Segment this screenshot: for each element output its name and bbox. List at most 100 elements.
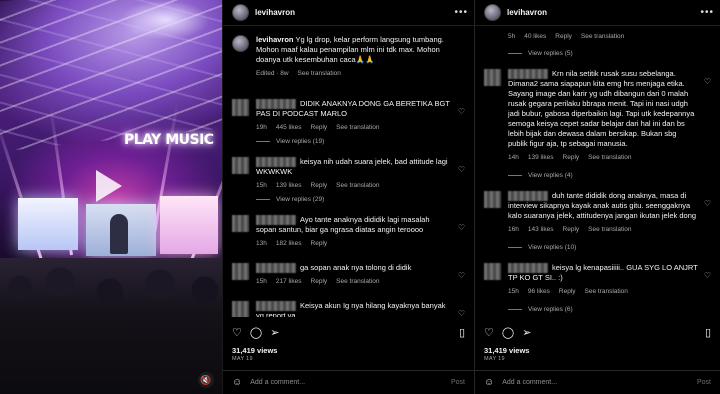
caption-username[interactable]: levihavron (256, 35, 294, 44)
add-comment-bar: ☺ Add a comment... Post (223, 370, 474, 394)
comment-time: 19h (256, 124, 267, 132)
comment-item: Ayo tante anaknya dididik lagi masalah s… (223, 215, 474, 249)
comment-item: ga sopan anak nya tolong di didik 15h 21… (223, 263, 474, 287)
comment-time: 15h (508, 288, 519, 296)
like-heart-icon[interactable]: ♡ (704, 199, 711, 208)
blurred-avatar (232, 99, 249, 116)
caption-edited: Edited · 8w (256, 70, 289, 77)
comment-icon[interactable]: ◯ (502, 326, 514, 339)
view-count[interactable]: 31,419 views (232, 346, 277, 355)
post-button[interactable]: Post (697, 379, 711, 386)
post-button[interactable]: Post (451, 379, 465, 386)
avatar[interactable] (484, 4, 501, 21)
like-heart-icon[interactable]: ♡ (458, 309, 465, 317)
mute-icon[interactable]: 🔇 (198, 372, 214, 388)
comment-likes[interactable]: 40 likes (524, 33, 546, 40)
view-replies-link[interactable]: View replies (6) (508, 306, 720, 313)
like-heart-icon[interactable]: ♡ (458, 107, 465, 116)
comment-item: keisya nih udah suara jelek, bad attitud… (223, 157, 474, 191)
comment-item: Krn nila setitik rusak susu sebelanga. D… (475, 69, 720, 163)
like-heart-icon[interactable]: ♡ (704, 271, 711, 280)
post-header: levihavron ••• (223, 0, 474, 26)
stage-screen-right (160, 196, 218, 254)
like-icon[interactable]: ♡ (232, 326, 242, 339)
comments-list[interactable]: 5h 40 likes Reply See translation View r… (475, 27, 720, 317)
comment-likes[interactable]: 139 likes (528, 153, 554, 163)
reply-link[interactable]: Reply (311, 181, 328, 191)
add-comment-input[interactable]: Add a comment... (250, 379, 451, 386)
blurred-username (256, 301, 296, 312)
avatar[interactable] (232, 4, 249, 21)
bookmark-icon[interactable]: ▯ (705, 326, 711, 339)
reply-link[interactable]: Reply (311, 277, 328, 287)
reply-link[interactable]: Reply (563, 225, 580, 235)
reply-link[interactable]: Reply (555, 33, 572, 40)
see-translation-link[interactable]: See translation (336, 123, 379, 133)
comment-likes[interactable]: 143 likes (528, 225, 554, 235)
blurred-avatar (484, 263, 501, 281)
performer-figure (110, 214, 128, 254)
comment-likes[interactable]: 445 likes (276, 123, 302, 133)
post-date: MAY 19 (484, 356, 505, 362)
play-icon[interactable] (96, 170, 122, 202)
view-replies-link[interactable]: View replies (29) (256, 196, 474, 203)
like-heart-icon[interactable]: ♡ (458, 271, 465, 280)
comment-likes[interactable]: 139 likes (276, 181, 302, 191)
more-options-icon[interactable]: ••• (700, 7, 714, 18)
see-translation-link[interactable]: See translation (588, 153, 631, 163)
comments-panel-left: levihavron ••• levihavron Yg lg drop, ke… (222, 0, 474, 394)
reply-link[interactable]: Reply (311, 239, 328, 249)
see-translation-link[interactable]: See translation (581, 33, 624, 40)
reply-link[interactable]: Reply (559, 287, 576, 297)
bookmark-icon[interactable]: ▯ (459, 326, 465, 339)
comment-likes[interactable]: 96 likes (528, 287, 550, 297)
comment-item: Keisya akun Ig nya hilang kayaknya banya… (223, 301, 474, 317)
comment-likes[interactable]: 217 likes (276, 277, 302, 287)
reply-link[interactable]: Reply (563, 153, 580, 163)
caption: levihavron Yg lg drop, kelar perform lan… (223, 27, 474, 79)
comment-time: 14h (508, 154, 519, 162)
add-comment-bar: ☺ Add a comment... Post (475, 370, 720, 394)
share-icon[interactable]: ➢ (522, 326, 531, 339)
view-replies-link[interactable]: View replies (19) (256, 138, 474, 145)
comment-meta-top: 5h 40 likes Reply See translation (508, 33, 720, 40)
post-username[interactable]: levihavron (507, 8, 700, 17)
share-icon[interactable]: ➢ (270, 326, 279, 339)
see-translation-link[interactable]: See translation (336, 181, 379, 191)
comment-likes[interactable]: 182 likes (276, 239, 302, 249)
like-heart-icon[interactable]: ♡ (458, 223, 465, 232)
comments-list[interactable]: levihavron Yg lg drop, kelar perform lan… (223, 27, 474, 317)
video-player[interactable]: PLAY MUSIC 🔇 (0, 0, 222, 394)
blurred-avatar (232, 263, 249, 281)
emoji-icon[interactable]: ☺ (232, 377, 242, 388)
comment-time: 5h (508, 33, 516, 40)
view-replies-link[interactable]: View replies (5) (508, 50, 720, 57)
avatar[interactable] (232, 35, 249, 52)
see-translation-link[interactable]: See translation (588, 225, 631, 235)
post-username[interactable]: levihavron (255, 8, 454, 17)
like-heart-icon[interactable]: ♡ (458, 165, 465, 174)
blurred-username (508, 191, 548, 202)
view-count[interactable]: 31,419 views (484, 346, 529, 355)
post-date: MAY 19 (232, 356, 253, 362)
comment-text: ga sopan anak nya tolong di didik (300, 263, 412, 273)
comment-item: duh tante dididik dong anaknya, masa di … (475, 191, 720, 235)
like-heart-icon[interactable]: ♡ (704, 77, 711, 86)
view-replies-link[interactable]: View replies (10) (508, 244, 720, 251)
view-replies-link[interactable]: View replies (4) (508, 172, 720, 179)
comment-text: Krn nila setitik rusak susu sebelanga. D… (508, 69, 695, 149)
add-comment-input[interactable]: Add a comment... (502, 379, 697, 386)
more-options-icon[interactable]: ••• (454, 7, 468, 18)
like-icon[interactable]: ♡ (484, 326, 494, 339)
comment-time: 15h (256, 278, 267, 286)
comment-icon[interactable]: ◯ (250, 326, 262, 339)
see-translation-link[interactable]: See translation (336, 277, 379, 287)
emoji-icon[interactable]: ☺ (484, 377, 494, 388)
blurred-username (256, 157, 296, 168)
blurred-username (256, 99, 296, 110)
reply-link[interactable]: Reply (311, 123, 328, 133)
see-translation-link[interactable]: See translation (298, 69, 341, 79)
blurred-username (256, 263, 296, 274)
see-translation-link[interactable]: See translation (585, 287, 628, 297)
blurred-username (256, 215, 296, 226)
